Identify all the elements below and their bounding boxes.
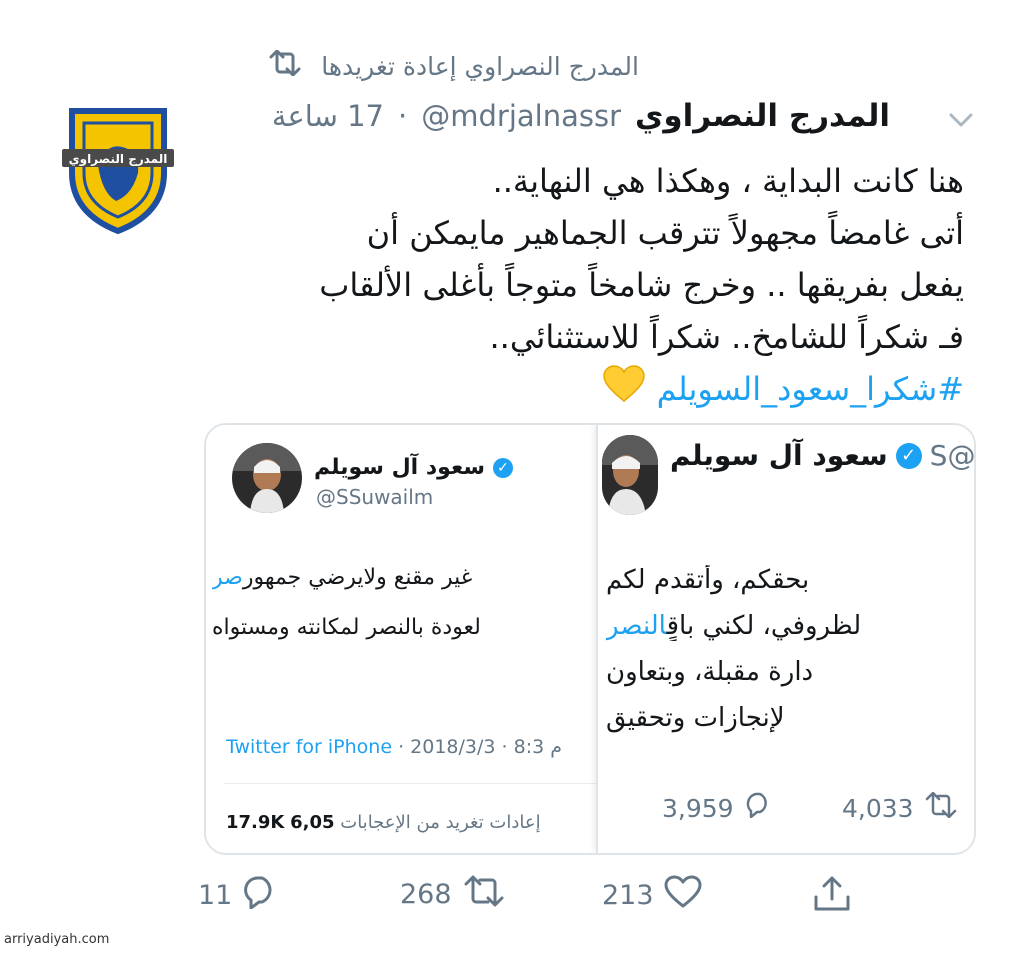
quote-right-name: @S ✓ سعود آل سويلم [670, 439, 976, 472]
yellow-heart-icon [602, 364, 645, 418]
quote-left-likes-count: 6,05 [290, 812, 335, 833]
quote-right-line-2-link[interactable]: النصر [606, 611, 667, 641]
site-watermark: arriyadiyah.com [4, 932, 110, 947]
quote-left-retweets-count: 17.9K [226, 812, 285, 833]
quote-left-line-1-link[interactable]: صر [212, 565, 243, 590]
author-name[interactable]: المدرج النصراوي [635, 98, 890, 134]
reply-icon [744, 792, 772, 824]
quote-right-replies: 3,959 [662, 792, 772, 824]
tweet-line-4: فـ شكراً للشامخ.. شكراً للاستثنائي.. [489, 318, 965, 356]
chevron-down-icon[interactable] [948, 110, 974, 130]
quote-panel-left: ✓ سعود آل سويلم @SSuwailm غير مقنع ولاير… [206, 425, 596, 853]
quote-left-avatar [232, 443, 302, 513]
retweet-icon [924, 791, 958, 824]
quote-left-line-1: غير مقنع ولايرضي جمهورصر [212, 565, 592, 590]
quote-right-retweets: 4,033 [842, 791, 958, 824]
quote-right-line-1: بحقكم، وأتقدم لكم [606, 565, 810, 595]
tweet-header: المدرج النصراوي @mdrjalnassr · 17 ساعة [272, 98, 890, 134]
retweet-context[interactable]: المدرج النصراوي إعادة تغريدها [267, 49, 639, 82]
quoted-media-card[interactable]: ✓ سعود آل سويلم @SSuwailm غير مقنع ولاير… [204, 423, 976, 855]
quote-right-retweets-count: 4,033 [842, 793, 914, 823]
retweet-button[interactable]: 268 [400, 875, 506, 914]
author-avatar[interactable]: المدرج النصراوي [62, 103, 174, 235]
tweet-text: هنا كانت البداية ، وهكذا هي النهاية.. أت… [164, 155, 964, 418]
quote-left-source[interactable]: Twitter for iPhone [226, 736, 392, 758]
tweet-line-5: #شكرا_سعود_السويلم [164, 363, 964, 418]
header-separator: · [398, 99, 408, 133]
like-button[interactable]: 213 [602, 875, 702, 916]
quote-right-line-4: لإنجازات وتحقيق [606, 703, 785, 733]
verified-badge-icon: ✓ [895, 442, 922, 469]
share-button[interactable] [812, 875, 852, 920]
tweet-line-2: أتى غامضاً مجهولاً تترقب الجماهير مايمكن… [366, 214, 964, 252]
retweet-count: 268 [400, 879, 452, 910]
quote-left-meta: Twitter for iPhone · 2018/3/3 · 8:3 م [226, 736, 594, 758]
share-icon [812, 875, 852, 920]
quote-right-line-2: لظروفي، لكني باقٍالنصر [606, 611, 974, 641]
quote-right-name-text: سعود آل سويلم [670, 439, 888, 472]
tweet-line-1: هنا كانت البداية ، وهكذا هي النهاية.. [492, 162, 964, 200]
author-handle[interactable]: @mdrjalnassr [421, 99, 621, 133]
quote-right-replies-count: 3,959 [662, 793, 734, 823]
retweet-icon [462, 875, 506, 914]
quote-left-divider [224, 783, 596, 784]
quote-left-retweets-label: إعادات تغريد [445, 812, 541, 833]
hashtag-link[interactable]: #شكرا_سعود_السويلم [657, 370, 964, 408]
quote-left-likes-label: من الإعجابات [340, 812, 440, 833]
quote-left-handle: @SSuwailm [316, 485, 434, 509]
avatar-label: المدرج النصراوي [69, 152, 168, 167]
verified-badge-icon: ✓ [493, 457, 514, 478]
quote-left-name: ✓ سعود آل سويلم [314, 455, 514, 480]
quote-right-handle: @S [929, 439, 976, 472]
like-count: 213 [602, 880, 654, 911]
reply-button[interactable]: 11 [198, 875, 278, 916]
quote-right-line-2-text: لظروفي، لكني باقٍ [666, 611, 862, 641]
quote-right-avatar [602, 435, 658, 515]
quote-left-stats: 17.9K إعادات تغريد من الإعجابات 6,05 [226, 812, 594, 833]
quote-left-line-1-text: غير مقنع ولايرضي جمهور [242, 565, 473, 590]
reply-icon [242, 875, 278, 916]
tweet-line-3: يفعل بفريقها .. وخرج شامخاً متوجاً بأغلى… [319, 266, 964, 304]
quote-left-line-2: لعودة بالنصر لمكانته ومستواه [212, 615, 481, 640]
quote-left-date: · 2018/3/3 · [392, 736, 514, 758]
tweet-time[interactable]: 17 ساعة [272, 99, 384, 133]
quote-left-name-text: سعود آل سويلم [314, 455, 486, 480]
quote-panel-right: @S ✓ سعود آل سويلم بحقكم، وأتقدم لكم لظر… [596, 425, 976, 853]
heart-icon [664, 875, 702, 916]
retweet-icon [267, 49, 303, 82]
retweet-context-label: المدرج النصراوي إعادة تغريدها [321, 51, 639, 81]
quote-right-line-3: دارة مقبلة، وبتعاون [606, 657, 814, 687]
reply-count: 11 [198, 880, 233, 911]
quote-left-time: 8:3 م [513, 736, 562, 758]
